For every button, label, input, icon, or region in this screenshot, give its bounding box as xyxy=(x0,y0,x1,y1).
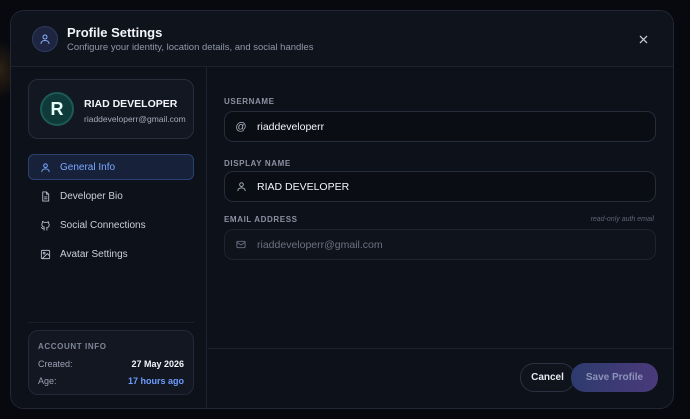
sidebar-item-general-info[interactable]: General Info xyxy=(28,154,194,180)
username-input[interactable] xyxy=(257,120,637,133)
display-name-field[interactable] xyxy=(224,171,656,202)
age-value: 17 hours ago xyxy=(127,376,184,386)
account-info-card: ACCOUNT INFO Created: 27 May 2026 Age: 1… xyxy=(28,330,194,395)
account-info-title: ACCOUNT INFO xyxy=(38,342,107,351)
modal-title: Profile Settings xyxy=(67,25,163,40)
document-icon xyxy=(39,190,51,202)
sidebar-item-label: Developer Bio xyxy=(60,190,123,202)
save-profile-button[interactable]: Save Profile xyxy=(571,363,658,392)
email-input xyxy=(257,238,637,251)
profile-card: R RIAD DEVELOPER riaddeveloperr@gmail.co… xyxy=(28,79,194,139)
close-button[interactable] xyxy=(635,31,651,47)
sidebar: R RIAD DEVELOPER riaddeveloperr@gmail.co… xyxy=(11,67,207,408)
sidebar-nav: General Info Developer Bio Social Connec… xyxy=(28,154,194,270)
sidebar-item-label: Social Connections xyxy=(60,219,146,231)
sidebar-item-social-connections[interactable]: Social Connections xyxy=(28,212,194,238)
main-form: USERNAME @ DISPLAY NAME EMAIL ADDRESS re… xyxy=(208,67,673,408)
cancel-button[interactable]: Cancel xyxy=(520,363,575,392)
sidebar-item-label: Avatar Settings xyxy=(60,248,128,260)
email-readonly-hint: read-only auth email xyxy=(590,216,654,223)
display-name-label: DISPLAY NAME xyxy=(224,159,291,168)
user-icon xyxy=(39,161,51,173)
sidebar-item-label: General Info xyxy=(60,161,116,173)
github-icon xyxy=(39,219,51,231)
sidebar-item-avatar-settings[interactable]: Avatar Settings xyxy=(28,241,194,267)
account-age-row: Age: 17 hours ago xyxy=(38,376,184,386)
modal-footer: Cancel Save Profile xyxy=(208,348,673,408)
username-field[interactable]: @ xyxy=(224,111,656,142)
sidebar-item-developer-bio[interactable]: Developer Bio xyxy=(28,183,194,209)
user-icon xyxy=(235,181,247,193)
email-field xyxy=(224,229,656,260)
email-label: EMAIL ADDRESS xyxy=(224,215,298,224)
image-icon xyxy=(39,248,51,260)
created-label: Created: xyxy=(38,359,73,369)
created-value: 27 May 2026 xyxy=(131,359,184,369)
profile-settings-modal: Profile Settings Configure your identity… xyxy=(10,10,674,409)
close-icon xyxy=(639,35,647,43)
profile-name: RIAD DEVELOPER xyxy=(84,98,178,110)
at-icon: @ xyxy=(235,120,247,133)
age-label: Age: xyxy=(38,376,57,386)
profile-email: riaddeveloperr@gmail.com xyxy=(84,114,186,124)
username-label: USERNAME xyxy=(224,97,275,106)
sidebar-divider xyxy=(28,322,194,323)
display-name-input[interactable] xyxy=(257,180,637,193)
modal-header: Profile Settings Configure your identity… xyxy=(11,11,673,67)
mail-icon xyxy=(235,239,247,251)
modal-subtitle: Configure your identity, location detail… xyxy=(67,42,314,53)
user-icon xyxy=(32,26,58,52)
avatar: R xyxy=(40,92,74,126)
account-created-row: Created: 27 May 2026 xyxy=(38,359,184,369)
